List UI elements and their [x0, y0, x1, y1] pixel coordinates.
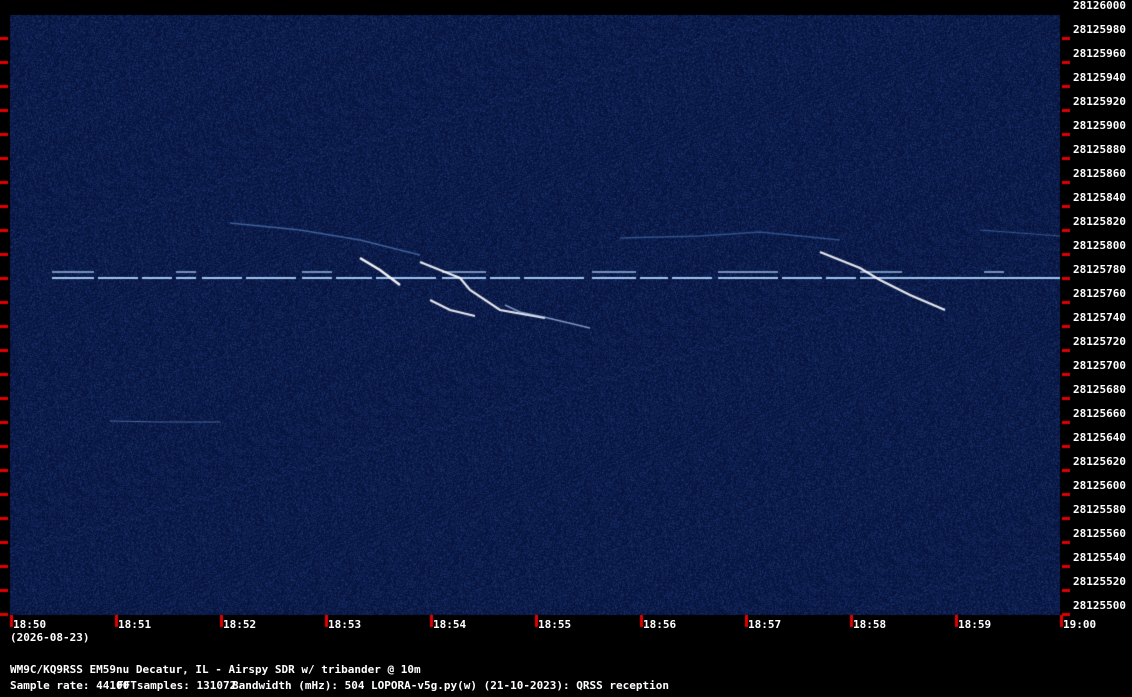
- frequency-label: 28125700: [1073, 359, 1126, 372]
- station-info: WM9C/KQ9RSS EM59nu Decatur, IL - Airspy …: [10, 663, 421, 676]
- frequency-label: 28125980: [1073, 23, 1126, 36]
- time-label: 18:55: [538, 618, 572, 631]
- time-label: 18:50: [13, 618, 47, 631]
- frequency-label: 28125640: [1073, 431, 1126, 444]
- time-label: 18:53: [328, 618, 362, 631]
- frequency-label: 28125620: [1073, 455, 1126, 468]
- frequency-label: 28125540: [1073, 551, 1126, 564]
- frequency-label: 28125820: [1073, 215, 1126, 228]
- time-label: 18:59: [958, 618, 992, 631]
- frequency-label: 28125580: [1073, 503, 1126, 516]
- frequency-label: 28125660: [1073, 407, 1126, 420]
- time-label: 18:57: [748, 618, 782, 631]
- frequency-label: 28125940: [1073, 71, 1126, 84]
- spectrogram-waterfall: [0, 0, 1132, 697]
- fft-samples-info: FFTsamples: 131072: [117, 679, 237, 692]
- time-label: 18:56: [643, 618, 677, 631]
- frequency-label: 28125900: [1073, 119, 1126, 132]
- frequency-label: 28125720: [1073, 335, 1126, 348]
- time-label: 19:00: [1063, 618, 1097, 631]
- time-label: 18:51: [118, 618, 152, 631]
- frequency-label: 28125800: [1073, 239, 1126, 252]
- frequency-label: 28125880: [1073, 143, 1126, 156]
- frequency-label: 28125860: [1073, 167, 1126, 180]
- date-label: (2026-08-23): [10, 631, 90, 644]
- frequency-label: 28125500: [1073, 599, 1126, 612]
- frequency-label: 28125560: [1073, 527, 1126, 540]
- frequency-label: 28126000: [1073, 0, 1126, 12]
- frequency-label: 28125960: [1073, 47, 1126, 60]
- time-label: 18:52: [223, 618, 257, 631]
- frequency-label: 28125600: [1073, 479, 1126, 492]
- frequency-label: 28125780: [1073, 263, 1126, 276]
- frequency-label: 28125740: [1073, 311, 1126, 324]
- frequency-label: 28125680: [1073, 383, 1126, 396]
- frequency-label: 28125840: [1073, 191, 1126, 204]
- frequency-label: 28125920: [1073, 95, 1126, 108]
- sample-rate-info: Sample rate: 44100: [10, 679, 130, 692]
- time-label: 18:58: [853, 618, 887, 631]
- bandwidth-info: Bandwidth (mHz): 504: [232, 679, 365, 692]
- software-info: LOPORA-v5g.py(w) (21-10-2023): QRSS rece…: [371, 679, 670, 692]
- frequency-label: 28125520: [1073, 575, 1126, 588]
- time-label: 18:54: [433, 618, 467, 631]
- frequency-label: 28125760: [1073, 287, 1126, 300]
